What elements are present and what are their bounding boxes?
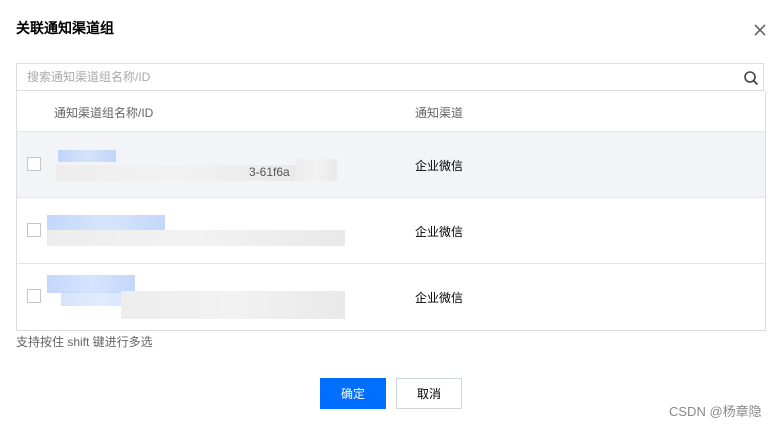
channel-type: 企业微信 xyxy=(415,291,464,305)
channel-type: 企业微信 xyxy=(415,159,464,173)
table-header: 通知渠道组名称/ID 通知渠道 xyxy=(17,91,765,132)
column-header-name: 通知渠道组名称/ID xyxy=(54,106,154,120)
table-row[interactable]: 企业微信 xyxy=(17,198,765,264)
search-icon[interactable] xyxy=(743,70,759,86)
channel-group-table: 通知渠道组名称/ID 通知渠道 3-61f6a 企业微信 企业微信 企业微信 xyxy=(16,91,766,331)
multi-select-hint: 支持按住 shift 键进行多选 xyxy=(16,335,153,349)
confirm-button[interactable]: 确定 xyxy=(320,378,386,409)
row-checkbox[interactable] xyxy=(27,223,41,237)
blurred-group-name xyxy=(58,150,116,162)
search-box xyxy=(16,63,764,91)
blurred-group-id xyxy=(121,291,345,319)
cancel-button[interactable]: 取消 xyxy=(396,378,462,409)
group-id-fragment: 3-61f6a xyxy=(249,165,290,179)
column-header-channel: 通知渠道 xyxy=(415,106,464,120)
associate-channel-group-dialog: 关联通知渠道组 通知渠道组名称/ID 通知渠道 3-61f6a 企业微信 xyxy=(0,0,784,425)
search-input[interactable] xyxy=(17,64,732,90)
watermark: CSDN @杨章隐 xyxy=(669,404,762,419)
row-checkbox[interactable] xyxy=(27,157,41,171)
channel-type: 企业微信 xyxy=(415,225,464,239)
blurred-group-name xyxy=(47,215,165,231)
blurred-id-end xyxy=(295,159,337,181)
table-row[interactable]: 企业微信 xyxy=(17,264,765,330)
table-row[interactable]: 3-61f6a 企业微信 xyxy=(17,132,765,198)
close-icon[interactable] xyxy=(752,22,768,38)
blurred-group-id xyxy=(47,230,345,246)
row-checkbox[interactable] xyxy=(27,289,41,303)
dialog-title: 关联通知渠道组 xyxy=(16,20,114,36)
